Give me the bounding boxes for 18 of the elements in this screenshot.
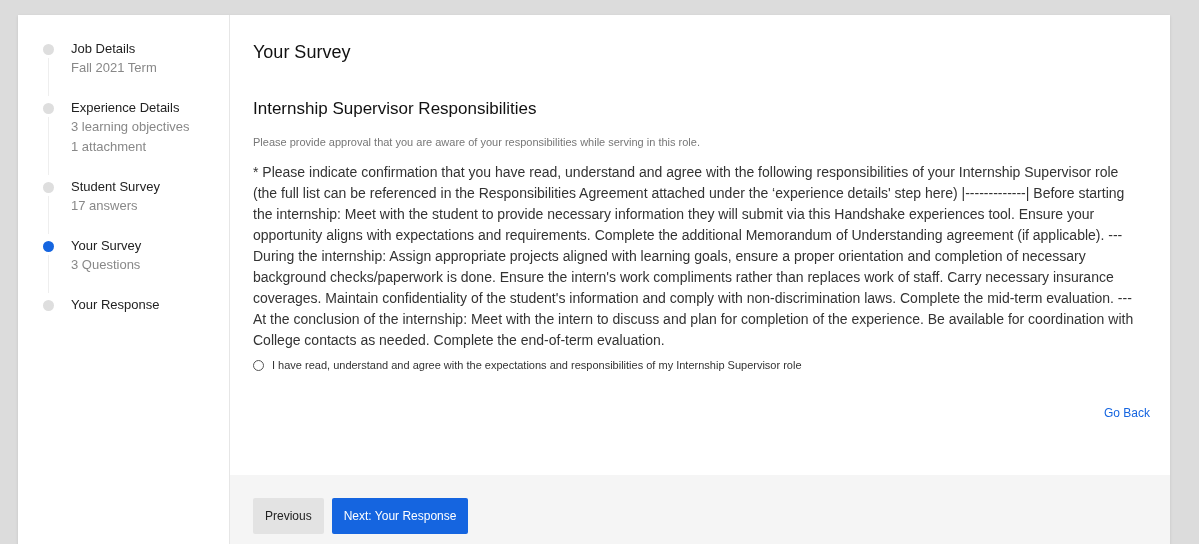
step-title[interactable]: Your Response — [71, 296, 160, 314]
radio-option[interactable]: I have read, understand and agree with the expectations and responsibilities of my Internship Supervisor role — [253, 357, 1150, 374]
step-detail: 17 answers — [71, 197, 139, 215]
step-detail: 3 Questions — [71, 256, 142, 274]
page-title: Your Survey — [253, 41, 352, 64]
previous-button[interactable]: Previous — [253, 498, 324, 534]
step-title[interactable]: Student Survey — [71, 178, 160, 196]
step-detail: 1 attachment — [71, 138, 148, 156]
step-title[interactable]: Experience Details — [71, 99, 190, 117]
question-text: * Please indicate confirmation that you have read, understand and agree with the following responsibilities of your Internship Supervisor role (the full list can be referenced in the Responsibilities Agreement attached under the ‘experience details' step here) |-------------| Before starting the internship: Meet with the student to provide necessary information they will submit via this Handshake experiences tool. Ensure your opportunity aligns with expectations and requirements. Complete the additional Memorandum of Understanding agreement (if applicable). --- During the internship: Assign appropriate projects aligned with learning goals, ensure a proper orientation and completion of necessary background checks/paperwork is done. Ensure the intern's work compliments rather than replaces work of staff. Carry necessary insurance coverages. Maintain confidentiality of the student's information and comply with non-discrimination laws. Complete the mid-term evaluation. --- At the conclusion of the internship: Meet with the intern to discuss and plan for completion of the experience. Be available for coordination with College contacts as needed. Complete the end-of-term evaluation. — [253, 163, 1135, 350]
section-description: Please provide approval that you are aware of your responsibilities while serving in this role. — [253, 134, 701, 150]
step-title[interactable]: Your Survey — [71, 237, 142, 255]
go-back-link[interactable]: Go Back — [1103, 403, 1150, 422]
next-button[interactable]: Next: Your Response — [331, 498, 469, 534]
step-detail: Fall 2021 Term — [71, 59, 157, 77]
step-detail: 3 learning objectives — [71, 118, 190, 136]
step-title[interactable]: Job Details — [71, 40, 157, 58]
section-title: Internship Supervisor Responsibilities — [253, 98, 538, 120]
